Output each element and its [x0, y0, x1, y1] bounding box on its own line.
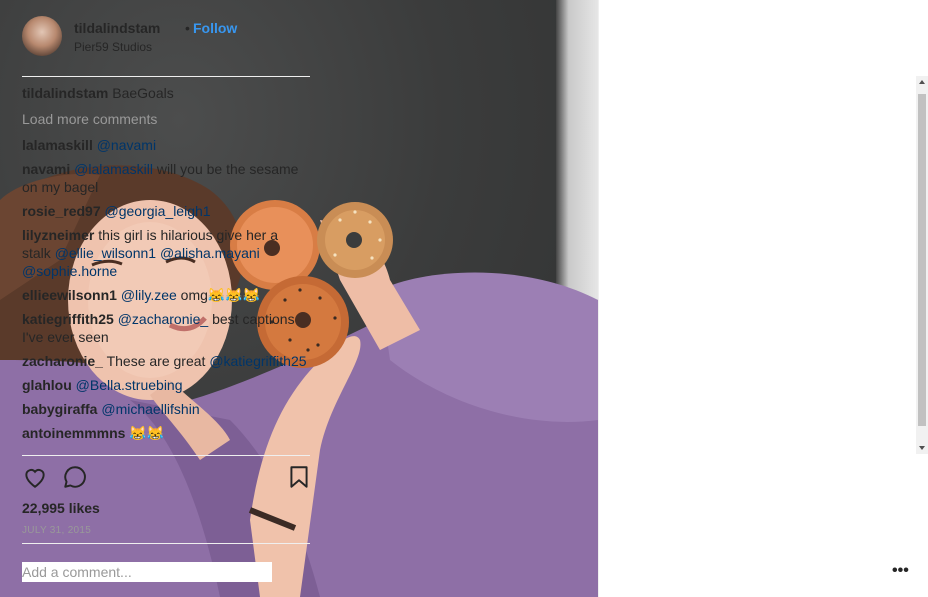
comment-mention-link[interactable]: @navami — [97, 137, 156, 153]
comment-item: lilyzneimer this girl is hilarious give … — [22, 226, 310, 280]
comment-item: katiegriffith25 @zacharonie_ best captio… — [22, 310, 310, 346]
comment-item: rosie_red97 @georgia_leigh1 — [22, 202, 310, 220]
comment-mention-link[interactable]: @lalamaskill — [74, 161, 153, 177]
comment-item: ellieewilsonn1 @lily.zee omg😹😹😹 — [22, 286, 310, 304]
add-comment-input[interactable] — [22, 562, 272, 582]
comment-username[interactable]: glahlou — [22, 377, 72, 393]
caption-username[interactable]: tildalindstam — [22, 85, 108, 101]
header-divider — [22, 76, 310, 77]
post-caption: tildalindstam BaeGoals — [22, 84, 310, 102]
comment-text: omg😹😹😹 — [176, 287, 261, 303]
comment-item: glahlou @Bella.struebing — [22, 376, 310, 394]
comment-item: antoinemmmns 😹😹 — [22, 424, 310, 442]
comment-username[interactable]: antoinemmmns — [22, 425, 125, 441]
avatar[interactable] — [22, 16, 62, 56]
scroll-up-arrow-icon[interactable] — [919, 80, 925, 84]
actions-divider — [22, 455, 310, 456]
scrollbar-thumb[interactable] — [918, 94, 926, 426]
separator-dot: • — [185, 20, 190, 36]
scroll-down-arrow-icon[interactable] — [919, 446, 925, 450]
comment-username[interactable]: katiegriffith25 — [22, 311, 114, 327]
post-header: tildalindstam • Follow Pier59 Studios — [22, 14, 312, 64]
likes-count[interactable]: 22,995 likes — [22, 500, 100, 516]
comment-item: zacharonie_ These are great @katiegriffi… — [22, 352, 310, 370]
comment-divider — [22, 543, 310, 544]
comment-mention-link[interactable]: @zacharonie_ — [118, 311, 209, 327]
location-link[interactable]: Pier59 Studios — [74, 40, 152, 54]
comment-text: 😹😹 — [129, 425, 165, 441]
action-bar — [22, 464, 312, 492]
heart-icon[interactable] — [22, 464, 50, 492]
more-options-icon[interactable]: ••• — [892, 562, 909, 580]
comment-username[interactable]: rosie_red97 — [22, 203, 101, 219]
comments-scrollbar[interactable] — [916, 76, 928, 454]
comment-username[interactable]: zacharonie_ — [22, 353, 103, 369]
comments-list[interactable]: tildalindstam BaeGoals Load more comment… — [22, 84, 310, 454]
post-date: JULY 31, 2015 — [22, 525, 92, 536]
load-more-comments-button[interactable]: Load more comments — [22, 110, 310, 128]
comment-mention-link[interactable]: @michaellifshin — [101, 401, 199, 417]
comment-item: lalamaskill @navami — [22, 136, 310, 154]
comment-item: babygiraffa @michaellifshin — [22, 400, 310, 418]
follow-button[interactable]: Follow — [193, 20, 237, 36]
comment-username[interactable]: ellieewilsonn1 — [22, 287, 117, 303]
comment-mention-link[interactable]: @Bella.struebing — [76, 377, 183, 393]
comment-mention-link[interactable]: @georgia_leigh1 — [105, 203, 211, 219]
author-username[interactable]: tildalindstam — [74, 20, 160, 36]
comment-username[interactable]: babygiraffa — [22, 401, 97, 417]
comment-mention-link[interactable]: @lily.zee — [121, 287, 177, 303]
comment-mention-link[interactable]: @alisha.mayani — [160, 245, 260, 261]
comment-mention-link[interactable]: @sophie.horne — [22, 263, 117, 279]
comment-mention-link[interactable]: @katiegriffith25 — [209, 353, 306, 369]
comment-username[interactable]: navami — [22, 161, 70, 177]
comment-bubble-icon[interactable] — [62, 464, 90, 492]
comment-username[interactable]: lalamaskill — [22, 137, 93, 153]
bookmark-icon[interactable] — [286, 464, 314, 492]
comment-username[interactable]: lilyzneimer — [22, 227, 94, 243]
comment-mention-link[interactable]: @ellie_wilsonn1 — [55, 245, 156, 261]
post-side-panel — [598, 0, 928, 597]
comment-text: These are great — [106, 353, 210, 369]
caption-text: BaeGoals — [112, 85, 174, 101]
comment-item: navami @lalamaskill will you be the sesa… — [22, 160, 310, 196]
